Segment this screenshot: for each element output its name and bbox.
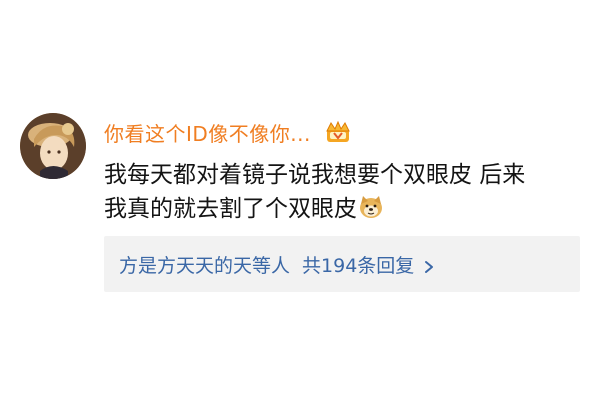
reply-suffix: 等人	[252, 254, 291, 277]
reply-count[interactable]: 共194条回复	[302, 251, 414, 278]
comment-line-2: 我真的就去割了个双眼皮	[104, 196, 357, 222]
comment-item: 你看这个ID像不像你... 我每天都对着镜子说我想要个双眼皮 后来 我真的就去割…	[0, 0, 600, 400]
crown-badge-icon[interactable]	[325, 120, 351, 144]
doge-emoji-icon	[358, 194, 384, 220]
username-row: 你看这个ID像不像你...	[104, 117, 351, 147]
replies-summary[interactable]: 方是方天天的天 等人 共194条回复	[104, 236, 580, 292]
chevron-right-icon[interactable]	[422, 257, 436, 273]
comment-line-2-wrapper: 我真的就去割了个双眼皮	[104, 192, 584, 226]
comment-text: 我每天都对着镜子说我想要个双眼皮 后来 我真的就去割了个双眼皮	[104, 158, 584, 226]
reply-user-names[interactable]: 方是方天天的天	[119, 251, 252, 278]
avatar[interactable]	[20, 113, 86, 179]
username[interactable]: 你看这个ID像不像你...	[104, 118, 311, 147]
comment-line-1: 我每天都对着镜子说我想要个双眼皮 后来	[104, 162, 526, 188]
